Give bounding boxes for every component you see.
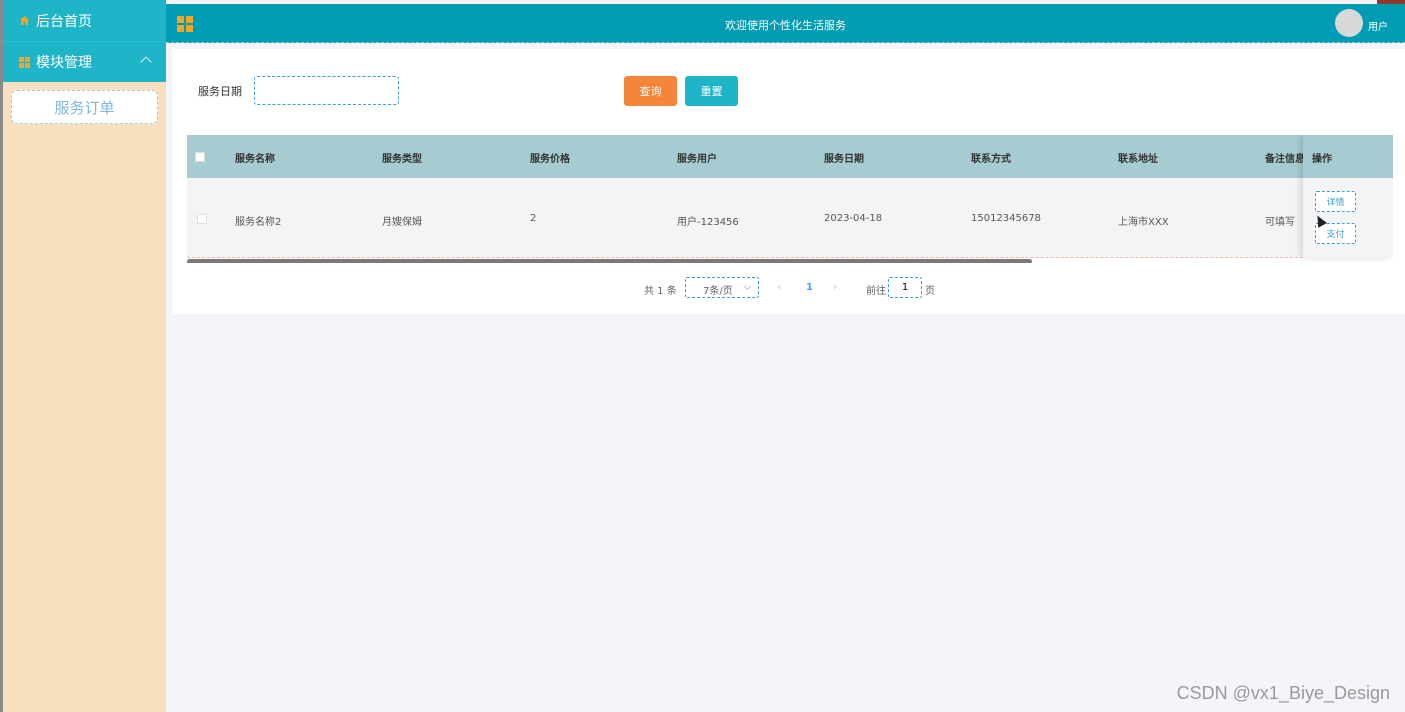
next-page-icon[interactable]: › — [833, 280, 837, 293]
chevron-up-icon — [140, 56, 152, 68]
page-number[interactable]: 1 — [806, 282, 813, 293]
service-date-input[interactable] — [254, 76, 399, 105]
column-header[interactable]: 备注信息 — [1265, 150, 1305, 165]
horizontal-scrollbar[interactable] — [187, 259, 1032, 263]
page-suffix: 页 — [925, 286, 935, 297]
operations-column: 操作 详情 支付 — [1303, 135, 1393, 258]
column-header[interactable]: 服务类型 — [382, 150, 422, 165]
query-button[interactable]: 查询 — [624, 76, 677, 106]
column-header: 操作 — [1303, 135, 1393, 178]
column-header[interactable]: 联系地址 — [1118, 150, 1158, 165]
top-header: 欢迎使用个性化生活服务 用户 — [166, 0, 1405, 43]
prev-page-icon[interactable]: ‹ — [777, 280, 781, 293]
pagination: 共 1 条 7条/页 ‹ 1 › 前往 页 — [172, 277, 1405, 299]
sidebar-item-label: 后台首页 — [36, 13, 92, 30]
service-date-label: 服务日期 — [198, 85, 242, 98]
submenu-item-service-orders[interactable]: 服务订单 — [11, 90, 158, 124]
reset-button[interactable]: 重置 — [685, 76, 738, 106]
column-header[interactable]: 服务名称 — [235, 150, 275, 165]
row-checkbox[interactable] — [197, 214, 207, 224]
page-size-value: 7条/页 — [703, 286, 733, 297]
detail-button[interactable]: 详情 — [1315, 191, 1356, 212]
column-header[interactable]: 联系方式 — [971, 150, 1011, 165]
sidebar-item-modules[interactable]: 模块管理 — [3, 41, 166, 82]
grid-icon — [18, 56, 30, 68]
goto-page-input[interactable] — [888, 277, 922, 298]
page-title: 欢迎使用个性化生活服务 — [725, 19, 846, 32]
goto-label: 前往 — [866, 286, 886, 297]
page-size-select[interactable]: 7条/页 — [685, 277, 759, 298]
column-header[interactable]: 服务日期 — [824, 150, 864, 165]
sidebar-item-label: 模块管理 — [36, 55, 92, 71]
chevron-down-icon — [743, 282, 752, 291]
pay-button[interactable]: 支付 — [1315, 223, 1356, 244]
table-cell: 月嫂保姆 — [382, 217, 422, 228]
table-cell: 2 — [530, 213, 537, 224]
window-corner-accent — [1377, 0, 1405, 4]
home-icon — [18, 15, 30, 27]
table-cell: 15012345678 — [971, 213, 1041, 224]
total-count: 共 1 条 — [644, 286, 677, 297]
select-all-checkbox[interactable] — [195, 152, 205, 162]
table-cell: 用户-123456 — [677, 217, 739, 228]
user-label[interactable]: 用户 — [1368, 18, 1388, 33]
table-header: 服务名称 服务类型 服务价格 服务用户 服务日期 联系方式 联系地址 备注信息 — [187, 135, 1393, 178]
table-cell: 服务名称2 — [235, 217, 282, 228]
watermark: CSDN @vx1_Biye_Design — [1176, 683, 1390, 703]
column-header[interactable]: 服务用户 — [677, 150, 717, 165]
column-header[interactable]: 服务价格 — [530, 150, 570, 165]
sidebar: 后台首页 模块管理 服务订单 — [0, 0, 166, 712]
orders-table: 服务名称 服务类型 服务价格 服务用户 服务日期 联系方式 联系地址 备注信息 … — [187, 135, 1393, 263]
avatar[interactable] — [1335, 9, 1363, 37]
table-cell: 可填写 — [1265, 217, 1295, 228]
submenu: 服务订单 — [3, 82, 166, 124]
table-cell: 2023-04-18 — [824, 213, 883, 224]
table-row[interactable]: 服务名称2 月嫂保姆 2 用户-123456 2023-04-18 150123… — [187, 178, 1393, 258]
content-panel: 服务日期 查询 重置 服务名称 服务类型 服务价格 服务用户 服务日期 联系方式… — [172, 49, 1405, 314]
table-cell: 上海市XXX — [1118, 217, 1169, 228]
sidebar-item-home[interactable]: 后台首页 — [3, 0, 166, 41]
